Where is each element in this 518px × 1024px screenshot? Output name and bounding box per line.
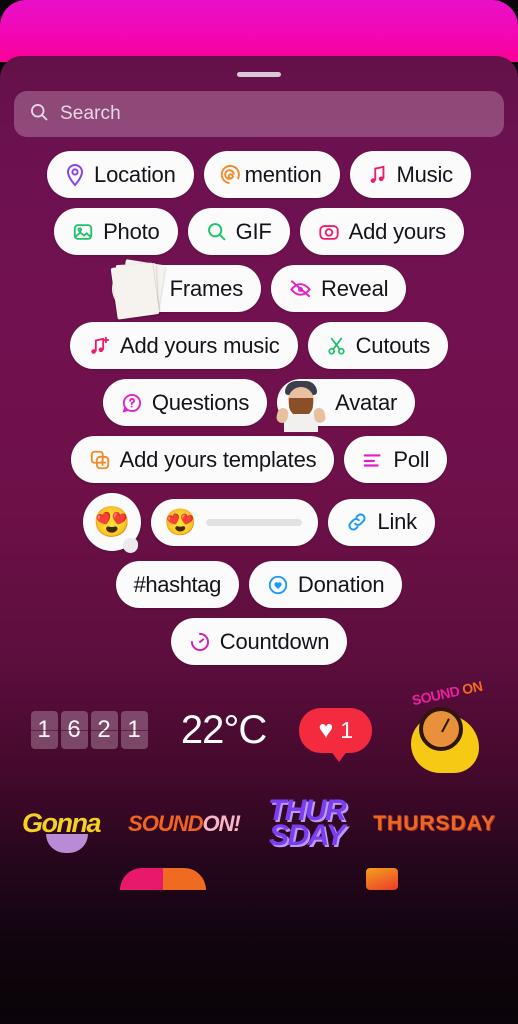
- templates-plus-icon: [89, 449, 111, 471]
- heart-icon: ♥: [318, 715, 334, 744]
- sticker-label: Add yours: [348, 218, 446, 244]
- like-count-sticker[interactable]: ♥ 1: [299, 707, 373, 762]
- music-note-icon: [368, 164, 388, 186]
- emoji-slider-sticker[interactable]: 😍: [151, 498, 319, 546]
- sticker-label: Add yours music: [119, 332, 280, 358]
- search-input[interactable]: Search: [14, 91, 504, 137]
- alarm-clock-shape: [419, 707, 464, 751]
- sound-on-sticker[interactable]: SOUND ON: [405, 678, 487, 773]
- sticker-label: Avatar: [335, 389, 398, 415]
- gif-sticker-row: Gonna SOUNDON! THUR SDAY THURSDAY: [0, 796, 518, 854]
- gif-sound-on[interactable]: SOUNDON!: [128, 810, 241, 837]
- gif-sticker-row-partial: [0, 868, 518, 891]
- sticker-label: Music: [396, 161, 454, 187]
- clock-digit: 2: [90, 711, 118, 749]
- polaroid-stack-icon: [106, 258, 168, 320]
- dynamic-sticker-row: 1 6 2 1 22°C ♥ 1 SOUND ON: [0, 678, 518, 773]
- camera-icon: [318, 221, 340, 243]
- sticker-row: Add yours templates Poll: [10, 436, 508, 483]
- sticker-label: Cutouts: [355, 332, 431, 358]
- sticker-label: Questions: [151, 389, 250, 415]
- gif-label-2: SDAY: [268, 818, 346, 852]
- sticker-photo[interactable]: Photo: [54, 208, 178, 255]
- sticker-row: Questions Avatar: [10, 379, 508, 432]
- gif-thursday-graffiti[interactable]: THUR SDAY: [268, 796, 347, 852]
- gif-partial-a[interactable]: [120, 868, 206, 891]
- clock-digit: 1: [120, 711, 148, 749]
- sticker-label: Link: [377, 509, 417, 534]
- search-placeholder: Search: [60, 103, 121, 124]
- sticker-row: Add yours music Cutouts: [10, 322, 508, 369]
- gif-partial-b[interactable]: [366, 868, 398, 891]
- sticker-cutouts[interactable]: Cutouts: [307, 322, 449, 369]
- sticker-mention[interactable]: mention: [203, 151, 340, 198]
- poll-bars-icon: [362, 450, 384, 470]
- sticker-label: Donation: [297, 571, 385, 597]
- sticker-row: Countdown: [10, 618, 508, 665]
- sticker-poll[interactable]: Poll: [344, 436, 448, 483]
- sticker-row: Photo GIF Add yours: [10, 208, 508, 255]
- sticker-link[interactable]: Link: [328, 498, 435, 546]
- question-bubble-icon: [121, 392, 143, 414]
- location-pin-icon: [65, 163, 85, 187]
- emoji-slider-glyph: 😍: [164, 506, 197, 537]
- sticker-row: #hashtag Donation: [10, 561, 508, 608]
- sticker-label: Countdown: [219, 628, 330, 654]
- donation-heart-icon: [267, 574, 289, 596]
- sticker-label: #hashtag: [133, 571, 222, 597]
- sticker-label: Poll: [393, 446, 430, 472]
- emoji-slider-track[interactable]: [206, 518, 303, 526]
- emoji-reaction-bubble[interactable]: 😍: [83, 493, 142, 553]
- sticker-label: Frames: [169, 275, 244, 301]
- sticker-row: Location mention Music: [10, 151, 508, 198]
- sticker-label: Location: [94, 161, 176, 187]
- sticker-donation[interactable]: Donation: [248, 561, 403, 608]
- scissors-icon: [326, 335, 347, 357]
- like-count-value: 1: [340, 716, 354, 743]
- search-icon: [29, 102, 49, 127]
- sticker-countdown[interactable]: Countdown: [170, 618, 348, 665]
- sticker-add-yours-music[interactable]: Add yours music: [69, 322, 298, 369]
- link-chain-icon: [346, 511, 368, 533]
- sticker-row: 😍 😍 Link: [10, 493, 508, 553]
- countdown-timer-icon: [189, 631, 211, 653]
- sticker-tray-sheet: Search Location mention Music Photo GIF …: [0, 56, 518, 1024]
- story-canvas-header: [0, 0, 518, 62]
- sticker-label: Add yours templates: [119, 446, 317, 472]
- music-note-plus-icon: [88, 335, 111, 357]
- emoji-reaction-glyph: 😍: [93, 505, 131, 539]
- sticker-add-yours[interactable]: Add yours: [299, 208, 464, 255]
- sticker-label: Photo: [103, 218, 160, 244]
- bowl-shape: [46, 834, 89, 854]
- sticker-location[interactable]: Location: [47, 151, 194, 198]
- clock-sticker[interactable]: 1 6 2 1: [30, 711, 148, 749]
- sticker-label: GIF: [235, 218, 272, 244]
- sticker-hashtag[interactable]: #hashtag: [115, 561, 239, 608]
- gif-gonna[interactable]: Gonna: [22, 808, 102, 854]
- sound-on-label: SOUND ON: [410, 677, 484, 709]
- sticker-label: Reveal: [321, 275, 389, 301]
- sticker-reveal[interactable]: Reveal: [271, 265, 407, 312]
- clock-digit: 1: [30, 711, 58, 749]
- sticker-music[interactable]: Music: [349, 151, 471, 198]
- clock-digit: 6: [60, 711, 88, 749]
- sticker-avatar[interactable]: Avatar: [275, 379, 416, 432]
- avatar-icon: [271, 372, 333, 434]
- temperature-sticker[interactable]: 22°C: [181, 708, 267, 753]
- sticker-frames[interactable]: Frames: [110, 258, 262, 320]
- mention-spiral-icon: [218, 163, 241, 186]
- gif-label-2: ON!: [202, 810, 241, 836]
- sticker-label: mention: [244, 161, 322, 187]
- sticker-row: Frames Reveal: [10, 258, 508, 320]
- gif-thursday-text[interactable]: THURSDAY: [373, 812, 496, 836]
- sticker-questions[interactable]: Questions: [102, 379, 268, 426]
- gif-search-icon: [206, 221, 227, 242]
- photo-icon: [72, 221, 94, 243]
- gif-label: SOUND: [128, 810, 203, 836]
- story-editor-screen: Search Location mention Music Photo GIF …: [0, 0, 518, 1024]
- sticker-gif[interactable]: GIF: [187, 208, 290, 255]
- sticker-add-yours-templates[interactable]: Add yours templates: [70, 436, 335, 483]
- eye-slash-icon: [289, 278, 312, 299]
- sticker-list: Location mention Music Photo GIF Add you…: [0, 137, 518, 665]
